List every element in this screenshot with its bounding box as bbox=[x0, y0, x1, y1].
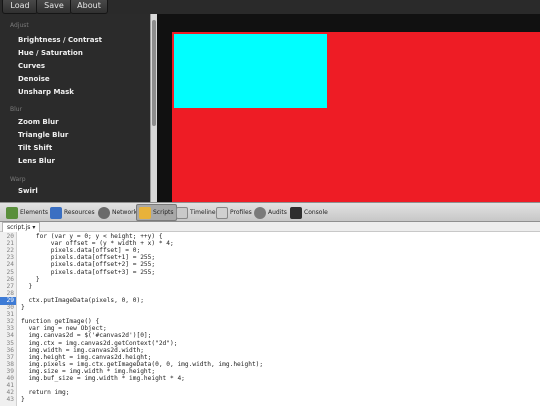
tab-elements[interactable]: Elements bbox=[4, 204, 50, 221]
menu-scrollbar[interactable] bbox=[150, 14, 157, 202]
tab-scripts[interactable]: Scripts bbox=[136, 204, 177, 221]
code-line: img.buf_size = img.width * img.height * … bbox=[21, 375, 185, 382]
console-icon bbox=[290, 206, 302, 219]
menu-item-hue-saturation[interactable]: Hue / Saturation bbox=[18, 49, 83, 57]
menu-item-tilt-shift[interactable]: Tilt Shift bbox=[18, 144, 52, 152]
code-line: pixels.data[offset+3] = 255; bbox=[21, 268, 156, 276]
audits-icon bbox=[254, 206, 266, 219]
tab-profiles[interactable]: Profiles bbox=[214, 204, 254, 221]
tab-console[interactable]: Console bbox=[288, 204, 330, 221]
canvas-cyan-rect bbox=[174, 34, 327, 108]
tab-console-label: Console bbox=[304, 209, 328, 216]
tab-audits-label: Audits bbox=[268, 209, 287, 216]
code-line: ctx.putImageData(pixels, 0, 0); bbox=[21, 296, 144, 304]
filter-menu: Adjust Brightness / Contrast Hue / Satur… bbox=[0, 14, 150, 202]
devtools-tab-bar: Elements Resources Network Scripts Timel… bbox=[0, 202, 540, 222]
tab-timeline-label: Timeline bbox=[190, 209, 216, 216]
section-label-adjust: Adjust bbox=[10, 22, 29, 29]
save-button[interactable]: Save bbox=[36, 0, 72, 14]
menu-item-unsharp-mask[interactable]: Unsharp Mask bbox=[18, 88, 74, 96]
menu-item-brightness-contrast[interactable]: Brightness / Contrast bbox=[18, 36, 102, 44]
menu-item-denoise[interactable]: Denoise bbox=[18, 75, 50, 83]
menu-item-swirl[interactable]: Swirl bbox=[18, 187, 38, 195]
tab-elements-label: Elements bbox=[20, 209, 48, 216]
menu-item-zoom-blur[interactable]: Zoom Blur bbox=[18, 118, 59, 126]
tab-resources-label: Resources bbox=[64, 209, 95, 216]
line-number[interactable]: 43 bbox=[0, 396, 16, 404]
tab-resources[interactable]: Resources bbox=[48, 204, 97, 221]
app-toolbar: Load Save About bbox=[0, 0, 540, 14]
tab-network-label: Network bbox=[112, 209, 138, 216]
load-button[interactable]: Load bbox=[2, 0, 38, 14]
section-label-blur: Blur bbox=[10, 106, 23, 113]
tab-timeline[interactable]: Timeline bbox=[174, 204, 218, 221]
profiles-icon bbox=[216, 206, 228, 219]
script-file-selector[interactable]: script.js ▾ bbox=[2, 222, 41, 232]
code-line: } bbox=[21, 396, 25, 404]
menu-item-triangle-blur[interactable]: Triangle Blur bbox=[18, 131, 68, 139]
resources-icon bbox=[50, 206, 62, 219]
timeline-icon bbox=[176, 206, 188, 219]
code-line: return img; bbox=[21, 389, 70, 397]
code-editor[interactable]: 20 21 22 23 24 25 26 27 28 29 30 31 32 33 34 35 36 37 38 39… bbox=[0, 232, 540, 406]
code-line: } bbox=[21, 304, 25, 311]
line-number-gutter[interactable]: 20 21 22 23 24 25 26 27 28 29 30 31 32 33 34 35 36 37 38 39… bbox=[0, 232, 17, 406]
tab-scripts-label: Scripts bbox=[153, 209, 174, 216]
tab-network[interactable]: Network bbox=[96, 204, 139, 221]
section-label-warp: Warp bbox=[10, 176, 26, 183]
elements-icon bbox=[6, 206, 18, 219]
script-file-bar: script.js ▾ bbox=[0, 222, 540, 232]
scripts-icon bbox=[139, 206, 151, 219]
tab-profiles-label: Profiles bbox=[230, 209, 252, 216]
tab-audits[interactable]: Audits bbox=[252, 204, 289, 221]
code-line: } bbox=[21, 282, 33, 290]
menu-item-lens-blur[interactable]: Lens Blur bbox=[18, 157, 55, 165]
network-icon bbox=[98, 206, 110, 219]
menu-scrollbar-thumb[interactable] bbox=[152, 20, 156, 126]
menu-item-curves[interactable]: Curves bbox=[18, 62, 45, 70]
about-button[interactable]: About bbox=[70, 0, 108, 14]
